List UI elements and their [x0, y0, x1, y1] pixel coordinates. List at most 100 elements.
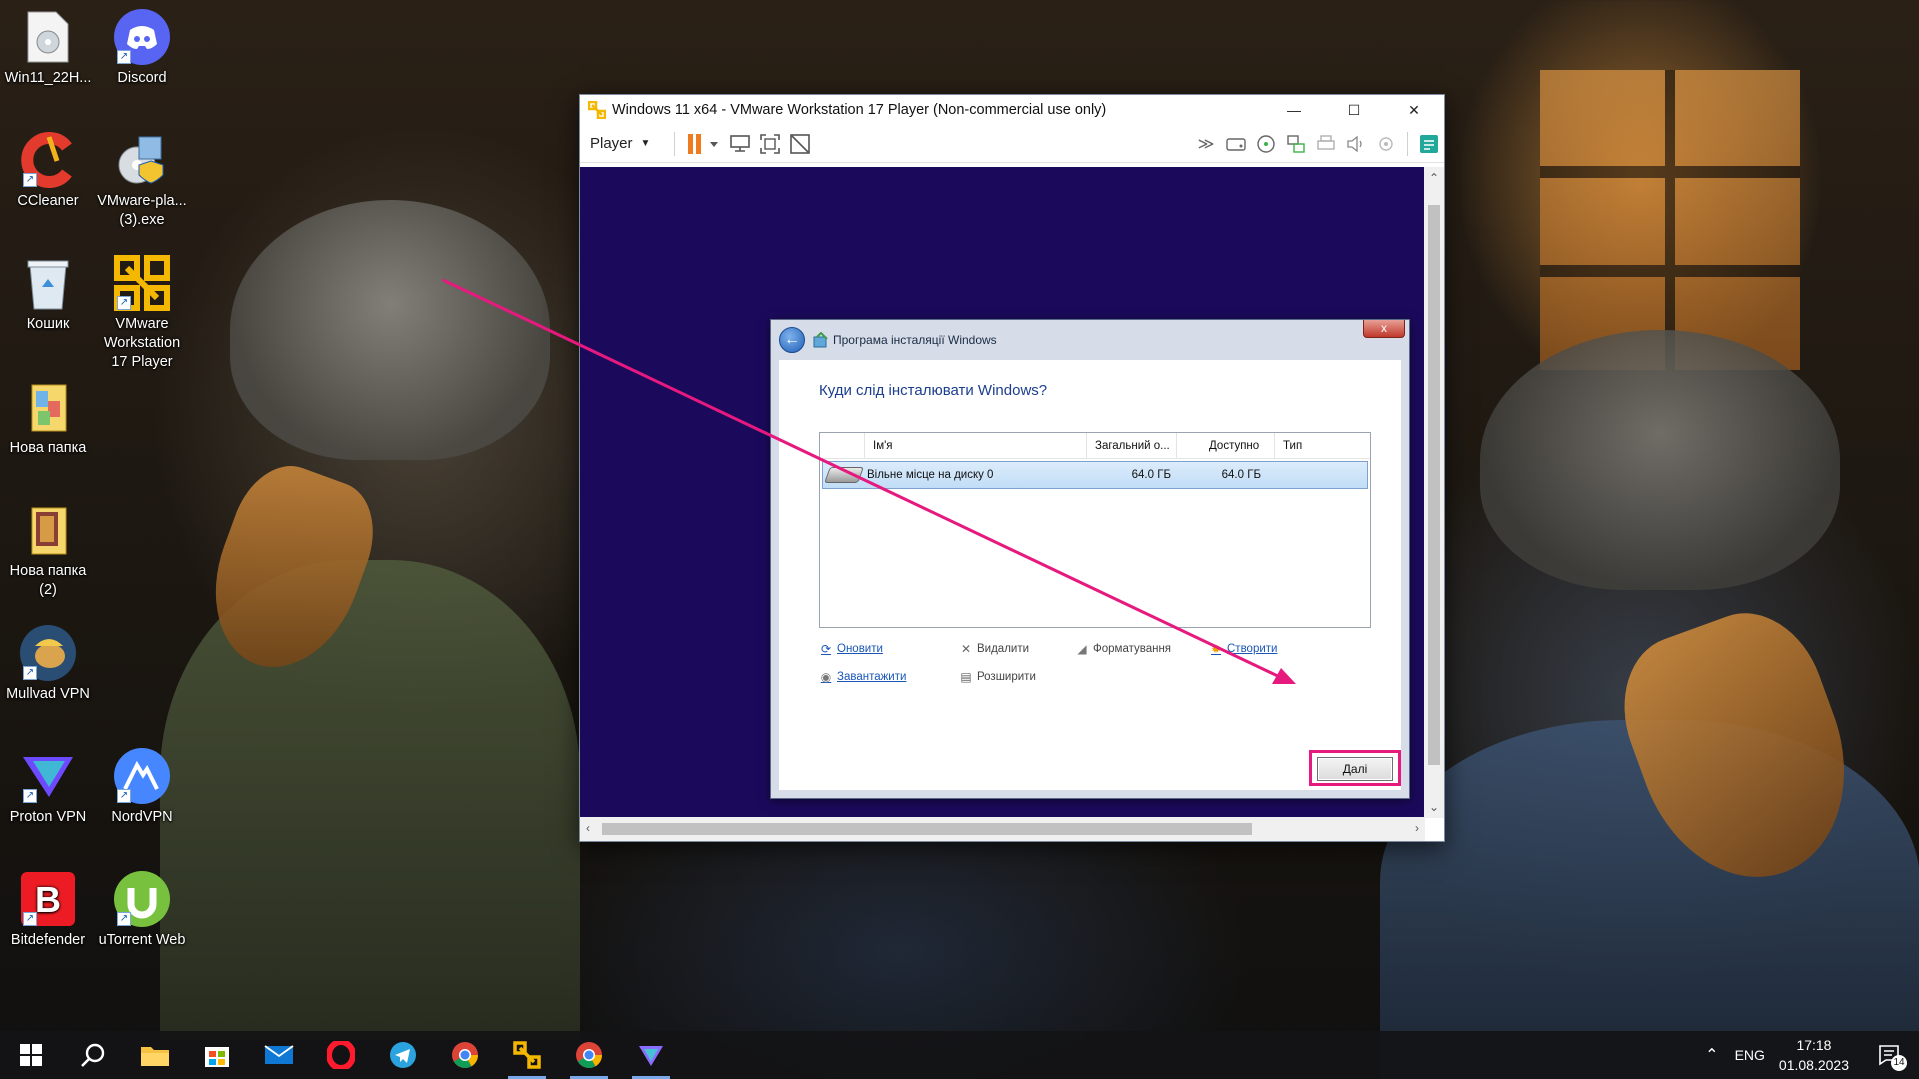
delete-link[interactable]: ✕ Видалити	[959, 642, 1029, 656]
toolbar-divider	[674, 131, 676, 156]
vmware-icon	[513, 1041, 541, 1069]
printer-icon[interactable]	[1311, 129, 1341, 159]
send-ctrl-alt-del-button[interactable]	[725, 129, 755, 159]
back-arrow-icon[interactable]: ←	[779, 327, 805, 353]
desktop-icon-discord[interactable]: ↗ Discord	[94, 8, 190, 88]
desktop-icon-label: CCleaner	[17, 193, 79, 209]
cd-dvd-icon[interactable]	[1251, 129, 1281, 159]
desktop-icon-vmware-player[interactable]: ↗ VMware Workstation 17 Player	[94, 254, 190, 372]
desktop-icon-new-folder[interactable]: Нова папка	[0, 378, 96, 458]
desktop-icon-ccleaner[interactable]: ↗ CCleaner	[0, 131, 96, 211]
row-name: Вільне місце на диску 0	[867, 469, 994, 481]
notification-center-button[interactable]: 14	[1869, 1031, 1909, 1079]
search-button[interactable]	[62, 1031, 124, 1079]
taskbar-chrome[interactable]	[434, 1031, 496, 1079]
wallpaper-hat-right	[1480, 330, 1840, 590]
setup-title: Програма інсталяції Windows	[833, 333, 997, 347]
column-total[interactable]: Загальний о...	[1086, 432, 1176, 459]
disk-table: Ім'я Загальний о... Доступно Тип Вільне …	[819, 432, 1371, 628]
column-free[interactable]: Доступно	[1176, 432, 1274, 459]
desktop-icon-nordvpn[interactable]: ↗ NordVPN	[94, 747, 190, 827]
scroll-right-icon[interactable]: ›	[1415, 821, 1419, 835]
column-name[interactable]: Ім'я	[864, 432, 1086, 459]
desktop-icon-label: Нова папка (2)	[9, 563, 87, 598]
more-devices-icon[interactable]: ≫	[1191, 129, 1221, 159]
horizontal-scrollbar[interactable]: ‹ ›	[580, 817, 1425, 841]
delete-label: Видалити	[977, 643, 1030, 655]
unity-button[interactable]	[785, 129, 815, 159]
taskbar: ⌃ ENG 17:18 01.08.2023 14	[0, 1031, 1919, 1079]
language-indicator[interactable]: ENG	[1735, 1047, 1765, 1063]
taskbar-protonvpn[interactable]	[620, 1031, 682, 1079]
desktop-icon-new-folder-2[interactable]: Нова папка (2)	[0, 501, 96, 600]
next-button[interactable]: Далі	[1317, 757, 1393, 781]
mail-icon	[264, 1045, 294, 1064]
new-sparkle-icon: ✹	[1210, 642, 1222, 656]
taskbar-vmware[interactable]	[496, 1031, 558, 1079]
system-tray: ⌃ ENG 17:18 01.08.2023 14	[1705, 1031, 1919, 1079]
wallpaper-figure-left	[160, 560, 580, 1040]
format-link[interactable]: ◢ Форматування	[1075, 642, 1171, 656]
vm-guest-screen[interactable]: ← Програма інсталяції Windows x Куди слі…	[580, 167, 1425, 818]
taskbar-file-explorer[interactable]	[124, 1031, 186, 1079]
window-title: Windows 11 x64 - VMware Workstation 17 P…	[612, 102, 1107, 118]
clock[interactable]: 17:18 01.08.2023	[1779, 1035, 1849, 1075]
desktop-icon-win11-iso[interactable]: Win11_22H...	[0, 8, 96, 88]
setup-close-button[interactable]: x	[1363, 320, 1405, 338]
scroll-left-icon[interactable]: ‹	[586, 821, 590, 835]
refresh-icon: ⟳	[820, 642, 832, 656]
chevron-up-icon[interactable]: ⌃	[1705, 1045, 1718, 1065]
windows-setup-dialog: ← Програма інсталяції Windows x Куди слі…	[770, 319, 1410, 799]
taskbar-chrome-2[interactable]	[558, 1031, 620, 1079]
desktop-icon-label: Кошик	[26, 316, 70, 332]
vertical-scrollbar[interactable]: ⌃ ⌄	[1424, 167, 1444, 818]
extend-link[interactable]: ▤ Розширити	[959, 670, 1036, 684]
load-driver-link[interactable]: ◉ Завантажити	[819, 670, 907, 684]
close-button[interactable]: ✕	[1384, 95, 1444, 125]
pause-button[interactable]	[681, 129, 725, 159]
table-row[interactable]: Вільне місце на диску 0 64.0 ГБ 64.0 ГБ	[822, 461, 1368, 489]
vmware-window: Windows 11 x64 - VMware Workstation 17 P…	[579, 94, 1445, 842]
maximize-button[interactable]: ☐	[1324, 95, 1384, 125]
taskbar-opera[interactable]	[310, 1031, 372, 1079]
chrome-icon	[576, 1042, 603, 1069]
player-menu-button[interactable]: Player ▼	[590, 135, 650, 152]
taskbar-mail[interactable]	[248, 1031, 310, 1079]
taskbar-telegram[interactable]	[372, 1031, 434, 1079]
file-explorer-icon	[141, 1047, 169, 1066]
minimize-button[interactable]: —	[1264, 95, 1324, 125]
desktop-icon-bitdefender[interactable]: B ↗ Bitdefender	[0, 870, 96, 950]
usb-device-icon[interactable]	[1371, 129, 1401, 159]
column-type[interactable]: Тип	[1274, 432, 1370, 459]
disc-image-icon	[19, 8, 77, 66]
desktop-icon-utorrent[interactable]: ↗ uTorrent Web	[94, 870, 190, 950]
scroll-down-icon[interactable]: ⌄	[1429, 800, 1439, 814]
scroll-up-icon[interactable]: ⌃	[1429, 171, 1439, 185]
format-icon: ◢	[1077, 642, 1087, 656]
start-button[interactable]	[0, 1031, 62, 1079]
sound-card-icon[interactable]	[1341, 129, 1371, 159]
refresh-link[interactable]: ⟳ Оновити	[819, 642, 883, 656]
setup-app-icon	[813, 332, 828, 348]
store-icon	[205, 1047, 229, 1067]
player-menu-label: Player	[590, 135, 633, 152]
wallpaper-beak-right	[1601, 593, 1879, 907]
desktop-icon-protonvpn[interactable]: ↗ Proton VPN	[0, 747, 96, 827]
fullscreen-button[interactable]	[755, 129, 785, 159]
scrollbar-thumb[interactable]	[1428, 205, 1440, 765]
network-adapter-icon[interactable]	[1281, 129, 1311, 159]
unity-icon	[790, 133, 811, 154]
new-link[interactable]: ✹ Створити	[1209, 642, 1278, 656]
hard-disk-icon[interactable]	[1221, 129, 1251, 159]
taskbar-store[interactable]	[186, 1031, 248, 1079]
desktop-icon-vmware-installer[interactable]: VMware-pla... (3).exe	[94, 131, 190, 230]
opera-icon	[327, 1041, 355, 1069]
desktop-icon-recycle-bin[interactable]: Кошик	[0, 254, 96, 334]
desktop-icon-label: VMware-pla... (3).exe	[97, 193, 187, 228]
scrollbar-thumb[interactable]	[602, 823, 1252, 835]
extend-icon: ▤	[960, 670, 972, 684]
message-log-icon[interactable]	[1414, 129, 1444, 159]
chrome-icon	[452, 1042, 479, 1069]
vmware-titlebar[interactable]: Windows 11 x64 - VMware Workstation 17 P…	[580, 95, 1444, 125]
desktop-icon-mullvad[interactable]: ↗ Mullvad VPN	[0, 624, 96, 704]
